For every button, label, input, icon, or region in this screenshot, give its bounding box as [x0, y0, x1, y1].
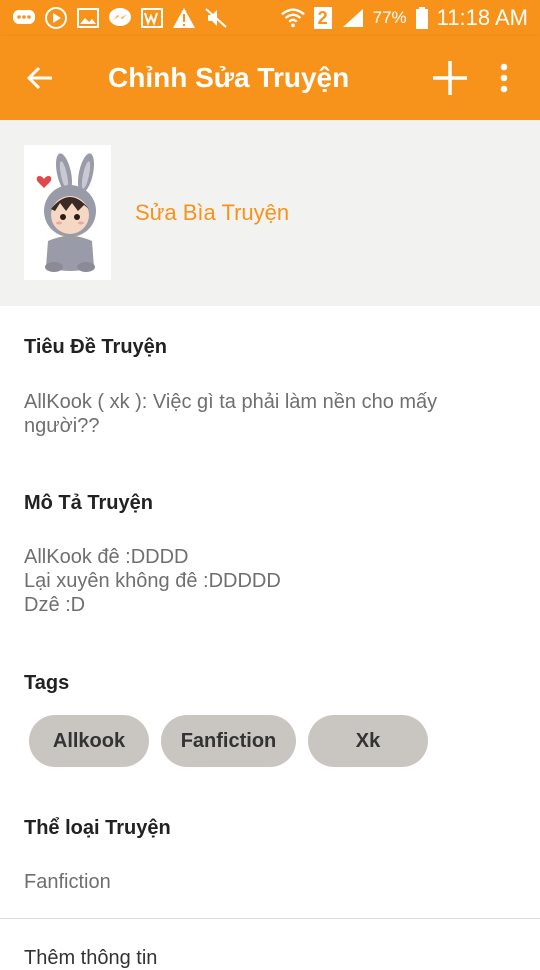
play-icon [44, 7, 68, 29]
messenger-icon [108, 7, 132, 29]
warning-icon [172, 7, 196, 29]
wifi-icon [280, 7, 305, 29]
story-cover-image[interactable] [24, 145, 111, 280]
add-button[interactable] [426, 56, 474, 100]
back-button[interactable] [0, 36, 80, 120]
app-bar: Chỉnh Sửa Truyện [0, 36, 540, 120]
page-title: Chỉnh Sửa Truyện [108, 62, 350, 93]
tags-label: Tags [24, 672, 70, 694]
wattpad-icon [140, 7, 164, 29]
plus-icon [433, 61, 467, 95]
tag-chip[interactable]: Fanfiction [161, 715, 296, 767]
tag-chip[interactable]: Allkook [29, 715, 149, 767]
story-title-label: Tiêu Đề Truyện [24, 336, 168, 358]
description-line: Lại xuyên không đê :DDDDD [24, 570, 281, 592]
edit-cover-link[interactable]: Sửa Bìa Truyện [135, 200, 289, 226]
story-title-value[interactable]: AllKook ( xk ): Việc gì ta phải làm nền … [24, 390, 504, 438]
genre-label: Thể loại Truyện [24, 817, 171, 839]
sim-icon: 2 [313, 7, 333, 29]
chat-icon [12, 7, 36, 29]
tag-chip[interactable]: Xk [308, 715, 428, 767]
mute-icon [204, 7, 228, 29]
description-line: AllKook đê :DDDD [24, 546, 189, 568]
signal-icon [341, 7, 365, 29]
battery-icon [415, 7, 429, 29]
description-line: Dzê :D [24, 594, 86, 616]
divider [0, 918, 540, 919]
genre-value[interactable]: Fanfiction [24, 870, 504, 894]
battery-percent: 77% [372, 8, 407, 27]
cover-section: Sửa Bìa Truyện [0, 120, 540, 306]
status-bar: 2 77% 11:18 AM [0, 0, 540, 36]
story-description-value[interactable]: AllKook đê :DDDD Lại xuyên không đê :DDD… [24, 545, 504, 617]
clock: 11:18 AM [436, 5, 528, 30]
more-info-link[interactable]: Thêm thông tin [24, 947, 157, 970]
story-description-label: Mô Tả Truyện [24, 492, 153, 514]
gallery-icon [76, 7, 100, 29]
arrow-left-icon [26, 66, 52, 90]
overflow-menu-button[interactable] [484, 56, 524, 100]
more-vertical-icon [500, 63, 508, 93]
